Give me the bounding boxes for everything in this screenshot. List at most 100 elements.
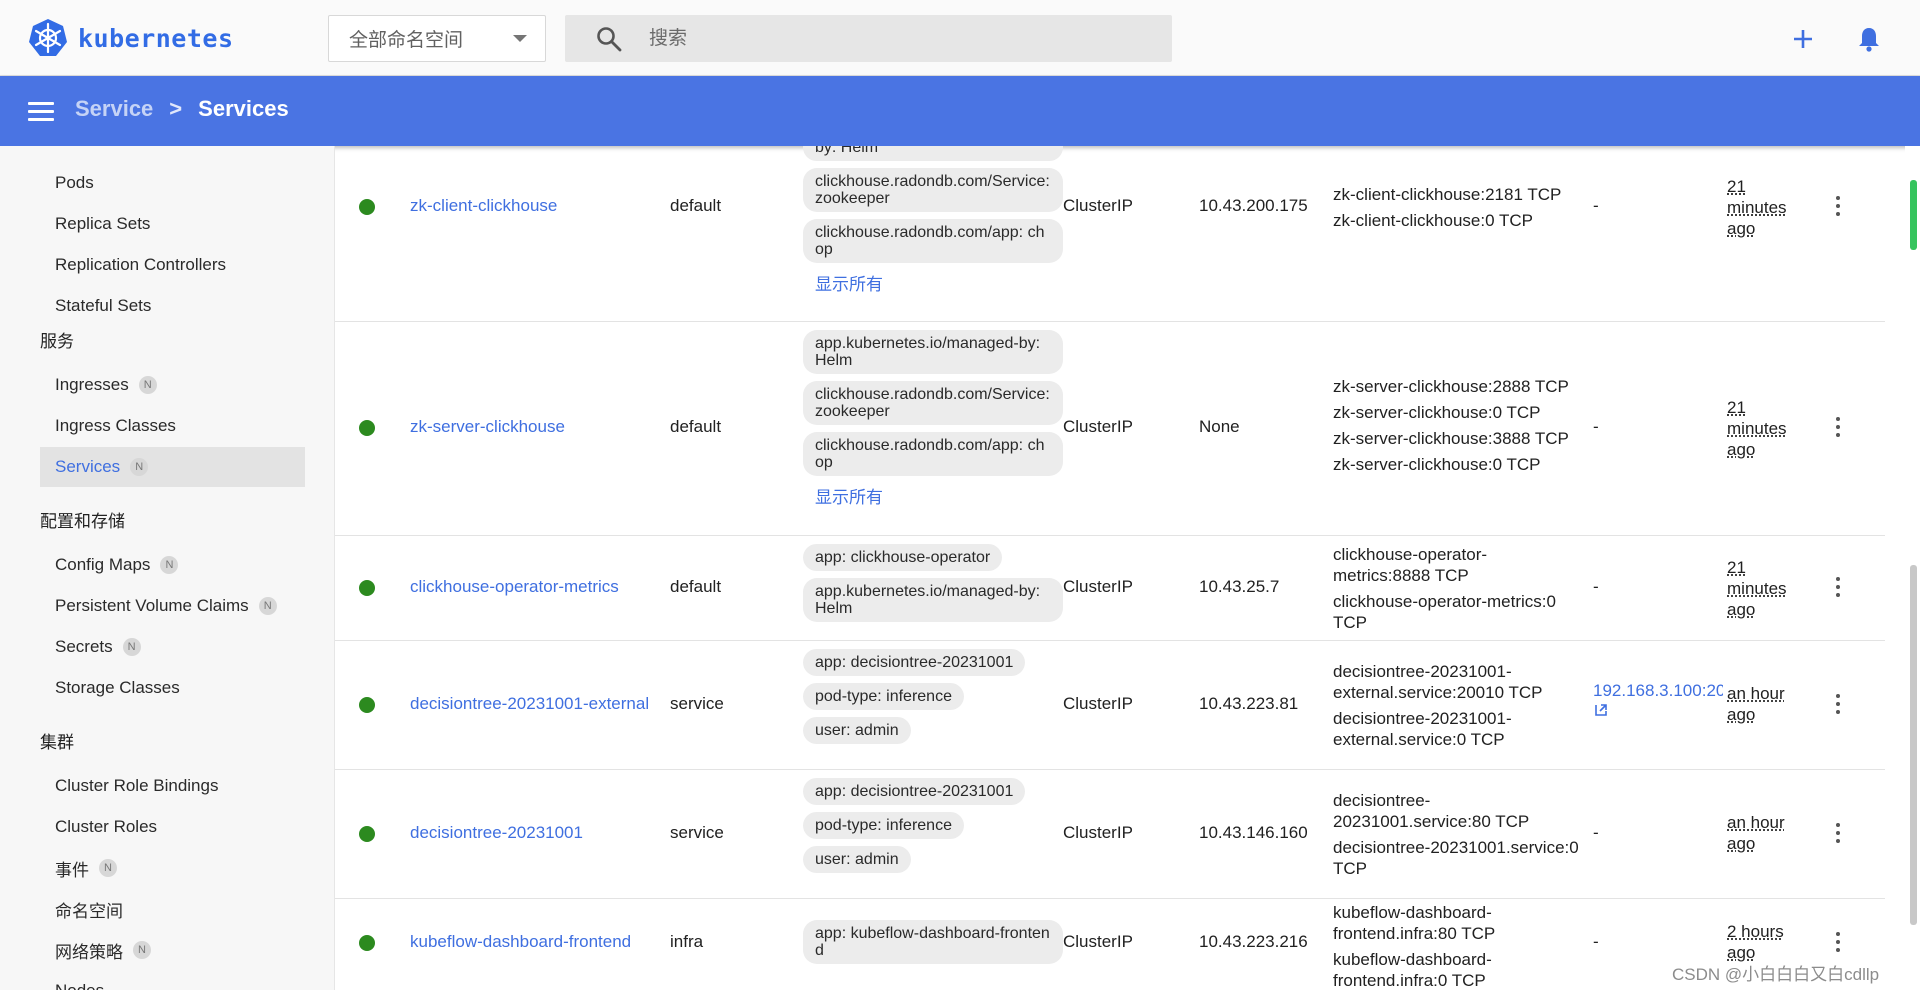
endpoints-cell: clickhouse-operator-metrics:8888 TCP cli… <box>1333 544 1583 638</box>
service-name-link[interactable]: clickhouse-operator-metrics <box>410 577 619 597</box>
sidebar-item-label: 事件 <box>55 860 89 880</box>
endpoint: decisiontree-20231001-external.service:0… <box>1333 709 1512 749</box>
sidebar-item-events[interactable]: 事件 N <box>40 848 305 888</box>
endpoint: zk-client-clickhouse:2181 TCP <box>1333 185 1562 204</box>
table-row[interactable]: zk-server-clickhouse default app.kuberne… <box>335 322 1885 536</box>
top-bar: kubernetes 全部命名空间 <box>0 0 1920 76</box>
cluster-ip-cell: 10.43.200.175 <box>1199 196 1308 215</box>
sidebar-item-label: Ingress Classes <box>55 416 176 435</box>
service-name-link[interactable]: zk-client-clickhouse <box>410 196 557 216</box>
service-name-link[interactable]: decisiontree-20231001 <box>410 823 583 843</box>
endpoints-cell: kubeflow-dashboard-frontend.infra:80 TCP… <box>1333 902 1583 990</box>
sidebar-item-cluster-roles[interactable]: Cluster Roles <box>40 807 305 847</box>
kubernetes-logo[interactable]: kubernetes <box>28 18 234 58</box>
external-endpoint-cell: - <box>1593 823 1599 842</box>
sidebar-item-label: 网络策略 <box>55 942 123 962</box>
more-actions-icon[interactable] <box>1835 932 1841 954</box>
sidebar-item-nodes[interactable]: Nodes <box>40 971 305 990</box>
sidebar-item-storage-classes[interactable]: Storage Classes <box>40 668 305 708</box>
endpoint: decisiontree-20231001.service:0 TCP <box>1333 838 1579 878</box>
cluster-ip-cell: 10.43.223.216 <box>1199 932 1308 951</box>
scroll-indicator <box>1910 180 1917 250</box>
service-name-link[interactable]: zk-server-clickhouse <box>410 417 565 437</box>
namespace-cell: service <box>670 694 724 713</box>
more-actions-icon[interactable] <box>1835 577 1841 599</box>
external-endpoint-link[interactable]: 192.168.3.100:20010 <box>1593 681 1723 701</box>
sidebar-item-secrets[interactable]: Secrets N <box>40 627 305 667</box>
endpoint: decisiontree-20231001-external.service:2… <box>1333 662 1543 702</box>
app-title: kubernetes <box>78 23 234 53</box>
type-cell: ClusterIP <box>1063 823 1133 842</box>
cluster-ip-cell: 10.43.146.160 <box>1199 823 1308 842</box>
table-row[interactable]: zk-client-clickhouse default by: Helm cl… <box>335 146 1885 322</box>
sidebar: Pods Replica Sets Replication Controller… <box>0 146 335 990</box>
sidebar-item-replica-sets[interactable]: Replica Sets <box>40 204 305 244</box>
sidebar-item-label: Nodes <box>55 981 104 990</box>
label-chip: clickhouse.radondb.com/Service: zookeepe… <box>803 168 1063 212</box>
sidebar-item-ingress-classes[interactable]: Ingress Classes <box>40 406 305 446</box>
sidebar-item-ingresses[interactable]: Ingresses N <box>40 365 305 405</box>
labels-cell: by: Helm clickhouse.radondb.com/Service:… <box>803 146 1063 295</box>
sidebar-item-cluster-role-bindings[interactable]: Cluster Role Bindings <box>40 766 305 806</box>
sidebar-item-label: Services <box>55 457 121 476</box>
search-input[interactable] <box>649 27 1129 50</box>
label-chip: app: decisiontree-20231001 <box>803 778 1026 805</box>
more-actions-icon[interactable] <box>1835 196 1841 218</box>
sidebar-item-replication-controllers[interactable]: Replication Controllers <box>40 245 305 285</box>
age-cell: an hour ago <box>1727 813 1785 853</box>
label-chip: pod-type: inference <box>803 812 964 839</box>
table-row[interactable]: decisiontree-20231001-external service a… <box>335 641 1885 770</box>
watermark: CSDN @小白白白又白cdllp <box>1672 965 1880 984</box>
search-icon <box>597 26 622 51</box>
namespace-select[interactable]: 全部命名空间 <box>328 15 546 62</box>
age-cell: an hour ago <box>1727 684 1785 724</box>
sidebar-item-stateful-sets[interactable]: Stateful Sets <box>40 286 305 326</box>
endpoint: zk-server-clickhouse:3888 TCP <box>1333 429 1569 448</box>
endpoints-cell: decisiontree-20231001-external.service:2… <box>1333 661 1583 755</box>
endpoint: kubeflow-dashboard-frontend.infra:80 TCP <box>1333 903 1496 943</box>
endpoint: zk-client-clickhouse:0 TCP <box>1333 211 1533 230</box>
sidebar-item-pods[interactable]: Pods <box>40 163 305 203</box>
endpoint: zk-server-clickhouse:0 TCP <box>1333 403 1541 422</box>
open-in-new-icon[interactable] <box>1594 703 1608 717</box>
namespaced-badge: N <box>130 458 149 476</box>
table-row[interactable]: clickhouse-operator-metrics default app:… <box>335 536 1885 641</box>
sidebar-section-services[interactable]: 服务 <box>40 327 74 352</box>
more-actions-icon[interactable] <box>1835 417 1841 439</box>
cluster-ip-cell: None <box>1199 417 1240 436</box>
table-row[interactable]: kubeflow-dashboard-frontend infra app: k… <box>335 899 1885 990</box>
type-cell: ClusterIP <box>1063 577 1133 596</box>
services-table: zk-client-clickhouse default by: Helm cl… <box>335 146 1885 990</box>
sidebar-item-network-policies[interactable]: 网络策略 N <box>40 930 305 970</box>
nav-bar: Service > Services <box>0 76 1920 146</box>
create-plus-icon[interactable] <box>1788 24 1818 54</box>
sidebar-item-config-maps[interactable]: Config Maps N <box>40 545 305 585</box>
search-bar[interactable] <box>565 15 1172 62</box>
notification-bell-icon[interactable] <box>1854 24 1884 54</box>
scrollbar-thumb[interactable] <box>1910 565 1917 925</box>
menu-icon[interactable] <box>28 102 54 122</box>
sidebar-item-persistent-volume-claims[interactable]: Persistent Volume Claims N <box>40 586 305 626</box>
sidebar-section-config-storage[interactable]: 配置和存储 <box>40 507 125 532</box>
endpoint: kubeflow-dashboard-frontend.infra:0 TCP <box>1333 950 1492 990</box>
service-name-link[interactable]: kubeflow-dashboard-frontend <box>410 932 631 952</box>
breadcrumb-parent[interactable]: Service <box>75 96 153 122</box>
sidebar-item-label: Stateful Sets <box>55 296 152 315</box>
sidebar-item-label: Replication Controllers <box>55 255 227 274</box>
status-ok-icon <box>359 697 375 713</box>
labels-cell: app: decisiontree-20231001 pod-type: inf… <box>803 649 1063 751</box>
more-actions-icon[interactable] <box>1835 694 1841 716</box>
endpoint: decisiontree-20231001.service:80 TCP <box>1333 791 1530 831</box>
more-actions-icon[interactable] <box>1835 823 1841 845</box>
type-cell: ClusterIP <box>1063 196 1133 215</box>
service-name-link[interactable]: decisiontree-20231001-external <box>410 694 649 714</box>
sidebar-item-services[interactable]: Services N <box>40 447 305 487</box>
sidebar-item-namespaces[interactable]: 命名空间 <box>40 889 305 929</box>
show-all-labels-link[interactable]: 显示所有 <box>803 483 1063 508</box>
sidebar-section-cluster[interactable]: 集群 <box>40 728 74 753</box>
table-row[interactable]: decisiontree-20231001 service app: decis… <box>335 770 1885 899</box>
label-chip: user: admin <box>803 846 911 873</box>
labels-cell: app: clickhouse-operator app.kubernetes.… <box>803 544 1063 629</box>
age-cell: 21 minutes ago <box>1727 558 1787 619</box>
show-all-labels-link[interactable]: 显示所有 <box>803 270 1063 295</box>
